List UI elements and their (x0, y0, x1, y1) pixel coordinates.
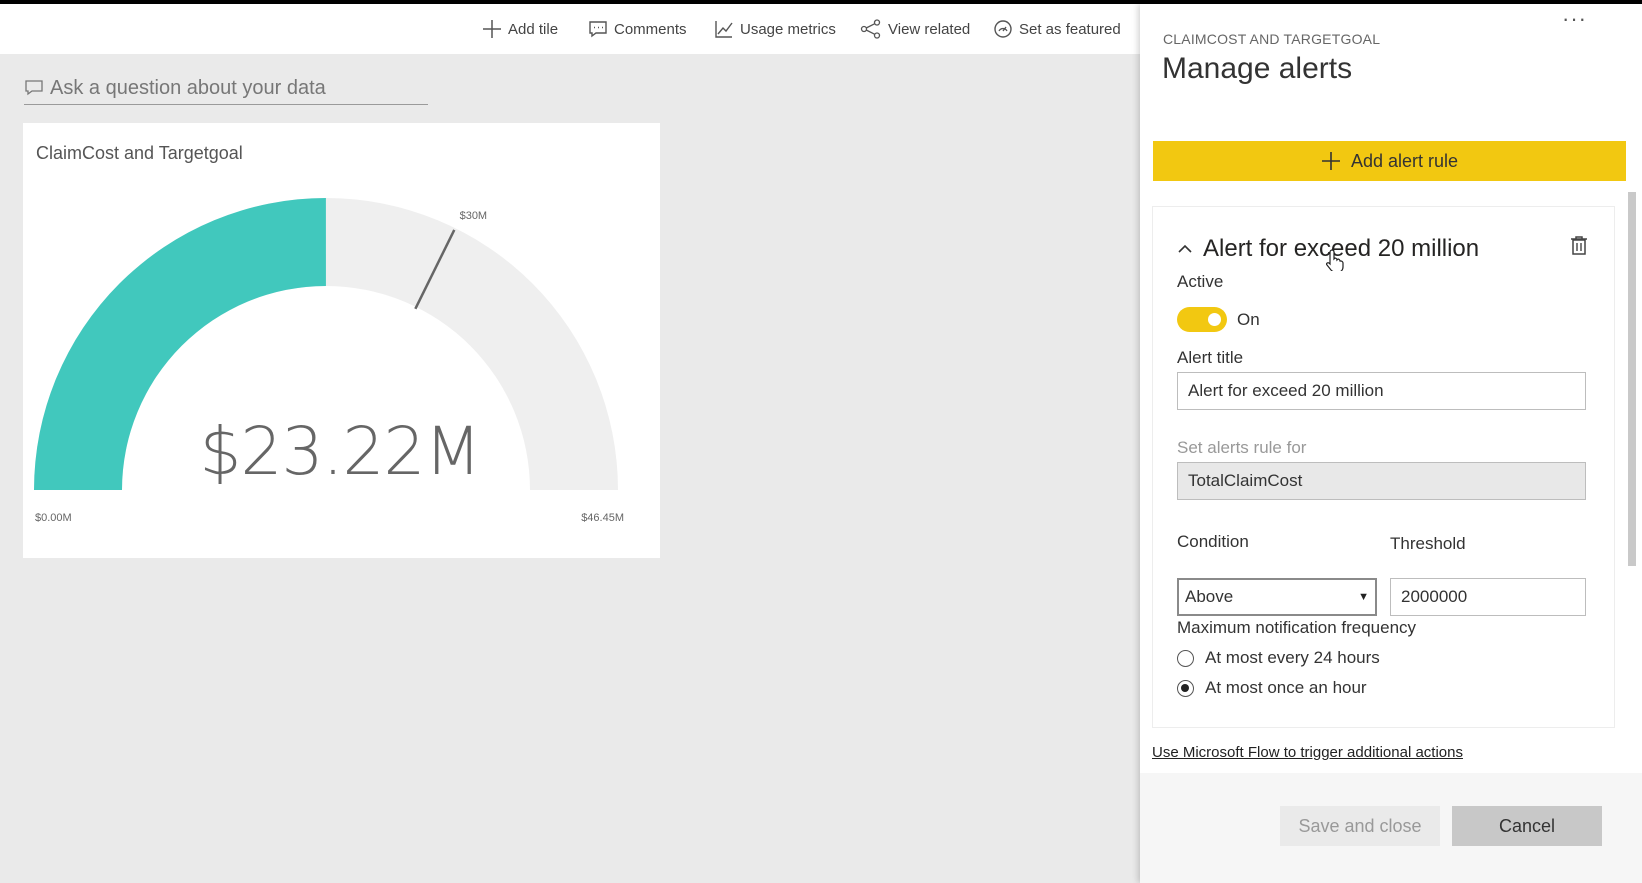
dropdown-caret-icon: ▼ (1358, 591, 1369, 603)
threshold-input[interactable]: 2000000 (1390, 578, 1586, 616)
alert-title-label: Alert title (1177, 348, 1244, 367)
qna-box (24, 72, 428, 105)
save-and-close-button[interactable]: Save and close (1280, 806, 1440, 846)
view-related-button[interactable]: View related (860, 4, 970, 54)
add-tile-button[interactable]: Add tile (482, 4, 558, 54)
comment-icon (589, 21, 607, 38)
set-as-featured-button[interactable]: Set as featured (993, 4, 1121, 54)
qna-input[interactable] (44, 76, 420, 100)
mouse-cursor-icon (1326, 249, 1344, 271)
gauge-value-label: $23.22M (200, 413, 481, 490)
chevron-up-icon (1178, 244, 1192, 253)
view-related-label: View related (888, 20, 971, 38)
frequency-option-hourly[interactable]: At most once an hour (1177, 678, 1367, 698)
add-alert-rule-label: Add alert rule (1350, 150, 1459, 171)
add-alert-rule-button[interactable]: Add alert rule (1153, 141, 1626, 181)
usage-metrics-label: Usage metrics (740, 20, 836, 38)
cancel-button[interactable]: Cancel (1452, 806, 1602, 846)
panel-subtitle: CLAIMCOST AND TARGETGOAL (1163, 31, 1381, 47)
frequency-option-label: At most every 24 hours (1205, 648, 1380, 667)
comments-button[interactable]: Comments (588, 4, 687, 54)
speech-bubble-icon (25, 80, 43, 96)
gauge-chart: $30M $23.22M $0.00M $46.45M (34, 198, 624, 524)
set-as-featured-label: Set as featured (1019, 20, 1121, 38)
share-nodes-icon (860, 19, 881, 39)
condition-label: Condition (1177, 532, 1249, 551)
alert-title-input[interactable]: Alert for exceed 20 million (1177, 372, 1586, 410)
chart-line-icon (715, 21, 733, 38)
plus-icon (1321, 152, 1340, 170)
frequency-option-label: At most once an hour (1205, 678, 1367, 697)
gauge-min-label: $0.00M (35, 512, 72, 524)
gauge-max-label: $46.45M (581, 512, 624, 524)
featured-icon (994, 20, 1012, 38)
microsoft-flow-link[interactable]: Use Microsoft Flow to trigger additional… (1152, 744, 1463, 761)
delete-rule-icon[interactable] (1570, 235, 1588, 255)
threshold-label: Threshold (1390, 534, 1466, 553)
more-options-button[interactable]: ··· (1562, 6, 1587, 32)
rule-for-field: TotalClaimCost (1177, 462, 1586, 500)
active-label: Active (1177, 272, 1224, 291)
frequency-label: Maximum notification frequency (1177, 618, 1417, 637)
toggle-state-label: On (1237, 310, 1260, 329)
usage-metrics-button[interactable]: Usage metrics (714, 4, 836, 54)
radio-unchecked-icon (1177, 649, 1194, 667)
condition-value: Above (1185, 587, 1234, 606)
comments-label: Comments (614, 20, 687, 38)
dashboard-toolbar: Add tile Comments Usage metrics View rel… (0, 4, 1140, 54)
panel-scrollbar[interactable] (1628, 192, 1636, 566)
frequency-option-24h[interactable]: At most every 24 hours (1177, 648, 1380, 668)
gauge-tile[interactable]: ClaimCost and Targetgoal $30M $23.22M $0… (23, 123, 660, 558)
gauge-target-label: $30M (460, 210, 488, 222)
rule-for-label: Set alerts rule for (1177, 438, 1307, 457)
panel-title: Manage alerts (1162, 52, 1353, 85)
add-tile-label: Add tile (508, 20, 559, 38)
active-toggle[interactable] (1177, 307, 1227, 332)
alert-rule-card: Alert for exceed 20 million Active On Al… (1153, 207, 1614, 727)
manage-alerts-panel: ··· CLAIMCOST AND TARGETGOAL Manage aler… (1140, 4, 1642, 883)
condition-select[interactable]: Above ▼ (1177, 578, 1377, 616)
plus-icon (483, 20, 501, 38)
radio-checked-icon (1177, 679, 1194, 697)
